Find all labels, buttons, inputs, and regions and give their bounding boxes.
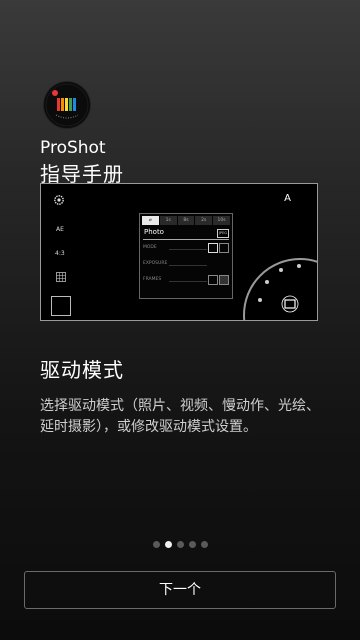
page-dot[interactable] [189, 541, 196, 548]
proshot-app-icon [44, 82, 90, 128]
tab-2s: 2s [195, 216, 213, 225]
app-name: ProShot [40, 138, 106, 158]
frames-plus-icon [219, 275, 229, 285]
pagination-dots [153, 541, 208, 548]
drive-mode-panel: ⌀ 1s 8s 2s 10s Photo JPEG MODE EXPOSURE … [139, 213, 233, 299]
mode-row-label: MODE [143, 245, 157, 250]
frames-minus-icon [208, 275, 218, 285]
section-description: 选择驱动模式（照片、视频、慢动作、光绘、延时摄影），或修改驱动模式设置。 [40, 398, 320, 435]
settings-gear-icon [54, 195, 64, 205]
burst-icon [219, 243, 229, 253]
exposure-row-label: EXPOSURE [143, 261, 168, 266]
page-dot-active[interactable] [165, 541, 172, 548]
mode-indicator: A [284, 193, 291, 204]
photo-label: Photo [144, 228, 164, 236]
mode-row: MODE [143, 243, 229, 255]
drive-mode-tabs: ⌀ 1s 8s 2s 10s [142, 216, 230, 225]
tab-1s: 1s [159, 216, 177, 225]
page-dot[interactable] [177, 541, 184, 548]
tab-single: ⌀ [142, 216, 159, 225]
dial-mode-icons [258, 264, 301, 313]
single-frame-icon [208, 243, 218, 253]
ae-label: AE [56, 226, 64, 233]
next-button[interactable]: 下一个 [24, 571, 336, 609]
gallery-thumbnail [51, 296, 71, 316]
aspect-ratio-label: 4:3 [55, 250, 65, 257]
proshot-logo-icon [45, 83, 89, 127]
section-title: 驱动模式 [40, 358, 124, 382]
camera-ui-preview: AE 4:3 A ⌀ 1s 8s 2s 10s Photo JPEG MODE … [40, 183, 318, 321]
tab-10s: 10s [213, 216, 230, 225]
exposure-row: EXPOSURE [143, 259, 229, 271]
frames-row-label: FRAMES [143, 277, 162, 282]
page-dot[interactable] [201, 541, 208, 548]
tab-8s: 8s [177, 216, 195, 225]
grid-icon [56, 272, 66, 282]
page-dot[interactable] [153, 541, 160, 548]
photo-mode-row: Photo JPEG [143, 228, 229, 240]
jpeg-badge: JPEG [217, 229, 229, 238]
frames-row: FRAMES [143, 275, 229, 287]
